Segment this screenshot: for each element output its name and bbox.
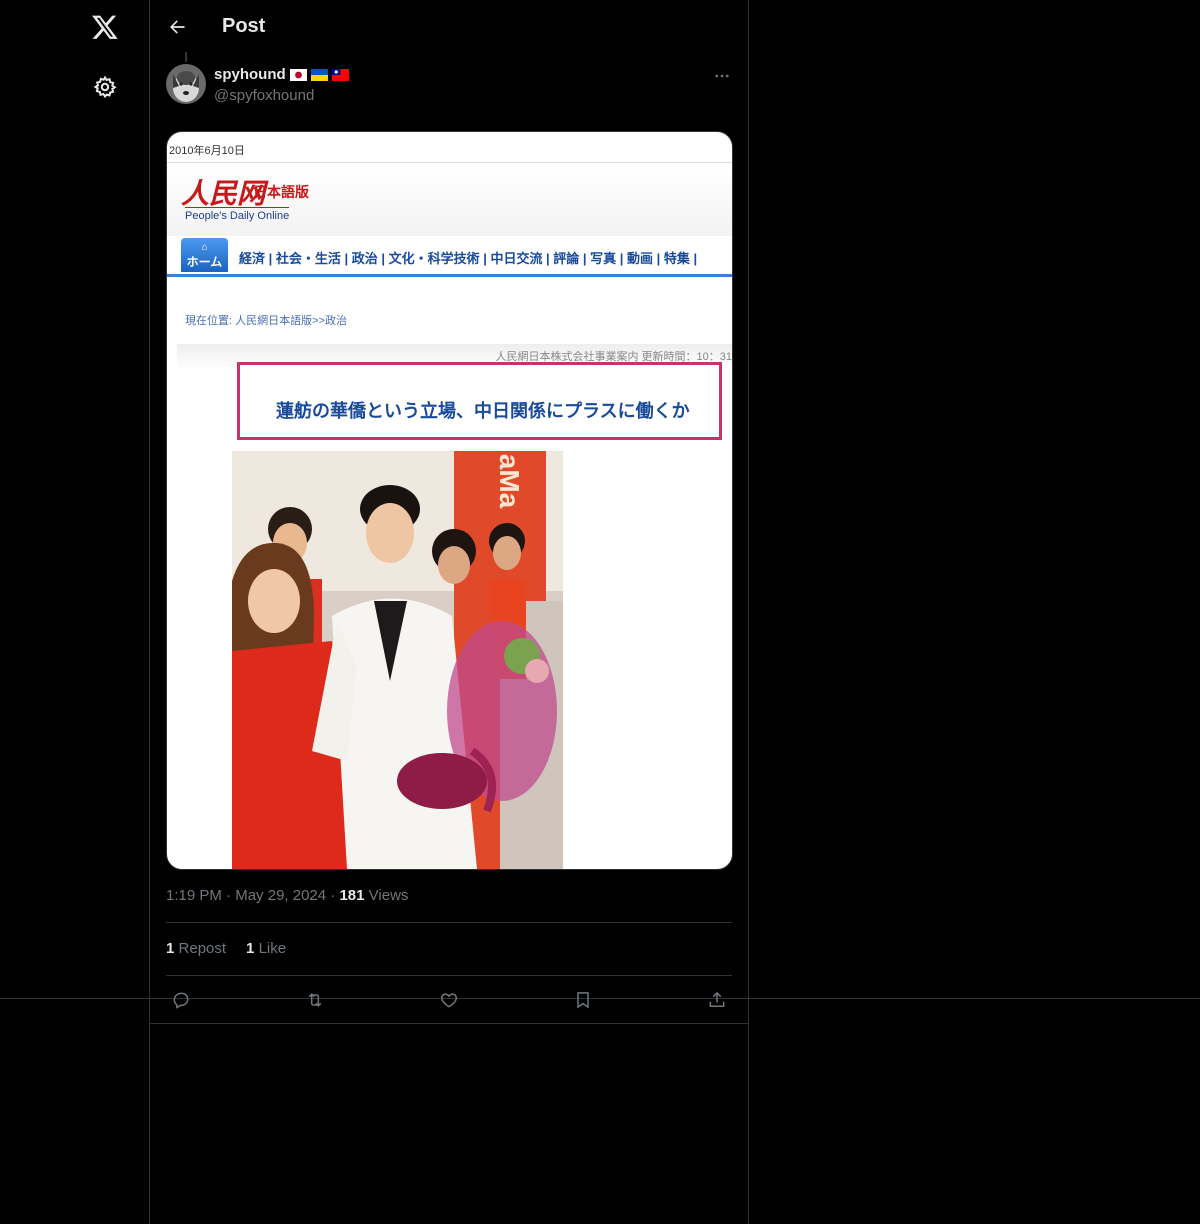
gear-icon[interactable] xyxy=(90,72,120,102)
back-button[interactable] xyxy=(162,12,192,42)
x-logo-icon[interactable] xyxy=(90,12,120,42)
media-date: 2010年6月10日 xyxy=(169,145,245,157)
japan-flag-icon xyxy=(289,68,307,81)
photo-banner-text: aMa xyxy=(494,454,525,509)
divider xyxy=(166,922,732,923)
author-handle[interactable]: @spyfoxhound xyxy=(214,87,314,104)
media-photo: aMa xyxy=(232,451,563,869)
media-tagline: People's Daily Online xyxy=(185,207,290,222)
media-home-tab: ⌂ ホーム xyxy=(181,238,228,272)
media-headline-box: 蓮舫の華僑という立場、中日関係にプラスに働くか xyxy=(237,362,722,440)
media-home-label: ホーム xyxy=(186,255,223,269)
reply-icon[interactable] xyxy=(166,985,196,1015)
views-count: 181 xyxy=(339,887,365,904)
arrow-left-icon xyxy=(170,20,185,34)
media-logo-sub: 日本語版 xyxy=(253,184,309,200)
divider xyxy=(150,1023,748,1024)
taiwan-flag-icon xyxy=(331,68,349,81)
media-nav: ⌂ ホーム 経済 | 社会・生活 | 政治 | 文化・科学技術 | 中日交流 |… xyxy=(167,236,732,277)
divider xyxy=(166,975,732,976)
bookmark-icon[interactable] xyxy=(568,985,598,1015)
meta-separator: · xyxy=(226,887,236,904)
thread-line xyxy=(185,52,187,62)
likes-stat[interactable]: 1 Like xyxy=(246,940,286,957)
post-time[interactable]: 1:19 PM xyxy=(166,887,222,904)
author-name-text: spyhound xyxy=(214,66,286,83)
repost-icon[interactable] xyxy=(300,985,330,1015)
left-nav xyxy=(0,0,149,1224)
more-options-icon[interactable] xyxy=(710,64,734,88)
home-icon: ⌂ xyxy=(201,242,208,253)
like-icon[interactable] xyxy=(434,985,464,1015)
column-border-right xyxy=(748,0,749,1224)
likes-label: Like xyxy=(258,940,287,957)
views-label: Views xyxy=(368,887,409,904)
reposts-stat[interactable]: 1 Repost xyxy=(166,940,226,957)
media-breadcrumb: 現在位置: 人民網日本語版>>政治 xyxy=(185,315,347,327)
main-column: Post spyhound @spyfoxhound 2010年6月10日 人民… xyxy=(150,0,748,1224)
post-actions xyxy=(166,985,732,1015)
post-media-image[interactable]: 2010年6月10日 人民网 日本語版 People's Daily Onlin… xyxy=(166,131,733,870)
likes-count: 1 xyxy=(246,940,255,957)
post-stats: 1 Repost 1 Like xyxy=(166,940,286,957)
reposts-count: 1 xyxy=(166,940,175,957)
reposts-label: Repost xyxy=(178,940,227,957)
post-meta: 1:19 PM · May 29, 2024 · 181 Views xyxy=(166,887,408,904)
ukraine-flag-icon xyxy=(310,68,328,81)
topbar: Post xyxy=(150,0,748,54)
media-nav-items: 経済 | 社会・生活 | 政治 | 文化・科学技術 | 中日交流 | 評論 | … xyxy=(239,251,698,266)
avatar[interactable] xyxy=(166,64,206,104)
media-headline: 蓮舫の華僑という立場、中日関係にプラスに働くか xyxy=(276,401,690,421)
page-title: Post xyxy=(222,15,266,37)
author-name[interactable]: spyhound xyxy=(214,66,349,83)
share-icon[interactable] xyxy=(702,985,732,1015)
post-date[interactable]: May 29, 2024 xyxy=(235,887,326,904)
